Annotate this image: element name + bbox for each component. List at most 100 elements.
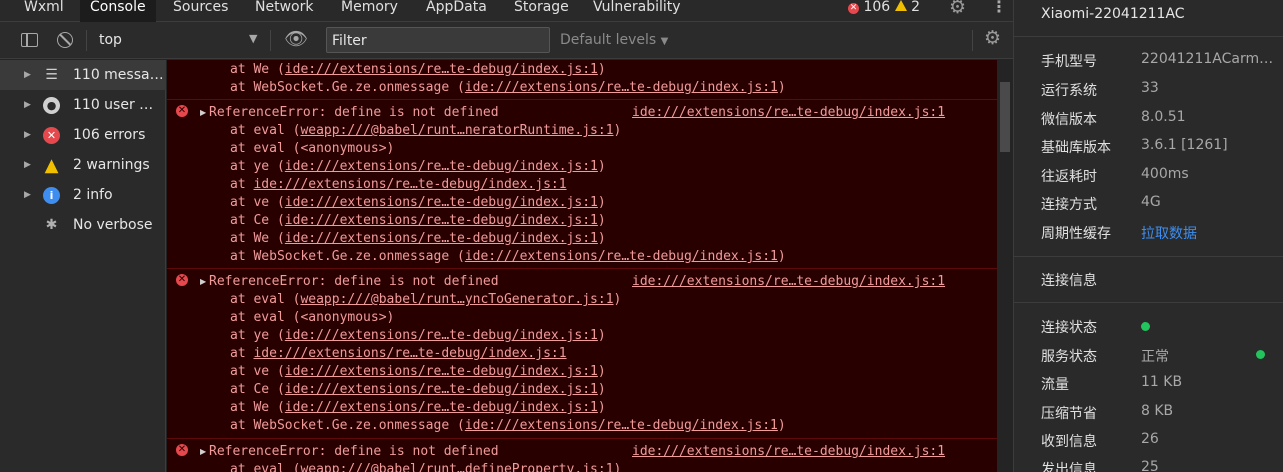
toolbar-divider <box>86 30 87 51</box>
panel-divider <box>1014 36 1283 37</box>
context-selector[interactable]: top <box>99 32 122 48</box>
stack-frame: at ide:///extensions/re…te-debug/index.j… <box>230 346 567 361</box>
sidebar-item-messages[interactable]: ▶ ☰ 110 messages <box>0 60 166 90</box>
stack-frame-link[interactable]: ide:///extensions/re…te-debug/index.js:1 <box>285 382 598 397</box>
panel-divider <box>1014 256 1283 257</box>
device-title: Xiaomi-22041211AC <box>1041 6 1185 22</box>
warning-icon: ▲ <box>44 155 59 176</box>
stack-frame: at eval (<anonymous>) <box>230 141 395 156</box>
sidebar-toggle-icon[interactable] <box>21 33 38 47</box>
sidebar-item-user-messages[interactable]: ▶ ● 110 user messages <box>0 90 166 120</box>
clear-console-icon[interactable] <box>57 32 73 48</box>
stack-frame-link[interactable]: ide:///extensions/re…te-debug/index.js:1 <box>253 177 566 192</box>
stack-frame-link[interactable]: ide:///extensions/re…te-debug/index.js:1 <box>285 231 598 246</box>
stack-frame-link[interactable]: ide:///extensions/re…te-debug/index.js:1 <box>285 213 598 228</box>
chevron-down-icon: ▼ <box>660 36 669 47</box>
expand-arrow-icon[interactable]: ▶ <box>24 150 31 180</box>
tab-sources[interactable]: Sources <box>163 0 238 22</box>
toolbar-divider <box>270 30 271 51</box>
error-icon: ✕ <box>176 444 188 456</box>
warning-count-icon <box>894 0 907 11</box>
stack-frame: at Ce (ide:///extensions/re…te-debug/ind… <box>230 382 606 397</box>
stack-frame: at ide:///extensions/re…te-debug/index.j… <box>230 177 567 192</box>
sidebar-item-errors[interactable]: ▶ ✕ 106 errors <box>0 120 166 150</box>
stack-frame: at eval (<anonymous>) <box>230 310 395 325</box>
list-icon: ☰ <box>45 67 58 83</box>
stack-frame-link[interactable]: ide:///extensions/re…te-debug/index.js:1 <box>285 400 598 415</box>
conn-value: 26 <box>1141 431 1159 447</box>
expand-arrow-icon[interactable]: ▶ <box>200 104 206 122</box>
expand-arrow-icon[interactable]: ▶ <box>24 60 31 90</box>
more-menu-icon[interactable]: ⋮ <box>991 0 1007 15</box>
tab-vulnerability[interactable]: Vulnerability <box>583 0 691 22</box>
tab-appdata[interactable]: AppData <box>416 0 497 22</box>
live-expression-eye-icon[interactable]: 👁 <box>284 30 308 49</box>
conn-value: 25 <box>1141 459 1159 472</box>
info-key: 运行系统 <box>1041 83 1097 99</box>
tab-network[interactable]: Network <box>245 0 323 22</box>
sidebar-item-label: 2 warnings <box>73 157 150 173</box>
error-icon: ✕ <box>176 105 188 117</box>
info-value: 33 <box>1141 80 1159 96</box>
error-message[interactable]: ReferenceError: define is not defined <box>209 273 499 291</box>
settings-gear-icon[interactable]: ⚙ <box>949 0 966 17</box>
info-value: 22041211ACarm… <box>1141 51 1274 67</box>
conn-key: 流量 <box>1041 377 1069 393</box>
error-source-link[interactable]: ide:///extensions/re…te-debug/index.js:1 <box>632 443 945 461</box>
fetch-data-link[interactable]: 拉取数据 <box>1141 223 1197 243</box>
expand-arrow-icon[interactable]: ▶ <box>200 443 206 461</box>
expand-arrow-icon[interactable]: ▶ <box>200 273 206 291</box>
stack-frame-link[interactable]: ide:///extensions/re…te-debug/index.js:1 <box>285 62 598 77</box>
sidebar-item-info[interactable]: ▶ i 2 info <box>0 180 166 210</box>
stack-frame-link[interactable]: ide:///extensions/re…te-debug/index.js:1 <box>285 159 598 174</box>
stack-frame-link[interactable]: ide:///extensions/re…te-debug/index.js:1 <box>465 418 778 433</box>
connection-section-title: 连接信息 <box>1041 273 1097 289</box>
tab-memory[interactable]: Memory <box>331 0 408 22</box>
info-value: 4G <box>1141 194 1161 210</box>
tab-storage[interactable]: Storage <box>504 0 579 22</box>
console-error-entry: ✕ ▶ ReferenceError: define is not define… <box>167 270 997 439</box>
sidebar-item-label: 110 messages <box>73 67 165 83</box>
expand-arrow-icon[interactable]: ▶ <box>24 120 31 150</box>
sidebar-item-label: 110 user messages <box>73 97 165 113</box>
console-scrollbar[interactable] <box>997 60 1013 472</box>
error-message[interactable]: ReferenceError: define is not defined <box>209 104 499 122</box>
stack-frame-link[interactable]: ide:///extensions/re…te-debug/index.js:1 <box>285 364 598 379</box>
user-icon: ● <box>43 97 60 114</box>
filter-input[interactable]: Filter <box>326 27 550 53</box>
stack-frame-link[interactable]: ide:///extensions/re…te-debug/index.js:1 <box>285 195 598 210</box>
stack-frame: at eval (weapp:///@babel/runt…defineProp… <box>230 461 621 472</box>
sidebar-item-label: No verbose <box>73 217 153 233</box>
console-settings-gear-icon[interactable]: ⚙ <box>984 29 1001 48</box>
error-source-link[interactable]: ide:///extensions/re…te-debug/index.js:1 <box>632 273 945 291</box>
toolbar-divider <box>972 30 973 51</box>
info-key: 周期性缓存 <box>1041 226 1111 242</box>
error-message[interactable]: ReferenceError: define is not defined <box>209 443 499 461</box>
issue-counts[interactable]: ✕ 106 2 <box>848 0 920 15</box>
stack-frame: at WebSocket.Ge.ze.onmessage (ide:///ext… <box>230 418 786 433</box>
log-levels-dropdown[interactable]: Default levels ▼ <box>560 32 668 48</box>
conn-value: 8 KB <box>1141 403 1174 419</box>
tab-console[interactable]: Console <box>80 0 156 22</box>
context-dropdown-icon[interactable]: ▼ <box>249 32 257 45</box>
tab-wxml[interactable]: Wxml <box>14 0 74 22</box>
conn-key: 服务状态 <box>1041 349 1097 365</box>
expand-arrow-icon[interactable]: ▶ <box>24 180 31 210</box>
stack-frame-link[interactable]: ide:///extensions/re…te-debug/index.js:1 <box>253 346 566 361</box>
stack-frame-link[interactable]: ide:///extensions/re…te-debug/index.js:1 <box>465 249 778 264</box>
connection-status-dot-icon <box>1141 322 1150 331</box>
scrollbar-thumb[interactable] <box>1000 82 1010 152</box>
info-value: 400ms <box>1141 166 1189 182</box>
stack-frame-link[interactable]: weapp:///@babel/runt…yncToGenerator.js:1 <box>300 292 613 307</box>
stack-frame: at ye (ide:///extensions/re…te-debug/ind… <box>230 328 606 343</box>
sidebar-item-warnings[interactable]: ▶ ▲ 2 warnings <box>0 150 166 180</box>
sidebar-item-verbose[interactable]: ✱ No verbose <box>0 210 166 240</box>
error-icon: ✕ <box>43 127 60 144</box>
console-sidebar: ▶ ☰ 110 messages ▶ ● 110 user messages ▶… <box>0 60 166 472</box>
expand-arrow-icon[interactable]: ▶ <box>24 90 31 120</box>
stack-frame-link[interactable]: weapp:///@babel/runt…neratorRuntime.js:1 <box>300 123 613 138</box>
stack-frame-link[interactable]: weapp:///@babel/runt…defineProperty.js:1 <box>300 462 613 472</box>
stack-frame-link[interactable]: ide:///extensions/re…te-debug/index.js:1 <box>285 328 598 343</box>
error-source-link[interactable]: ide:///extensions/re…te-debug/index.js:1 <box>632 104 945 122</box>
stack-frame-link[interactable]: ide:///extensions/re…te-debug/index.js:1 <box>465 80 778 95</box>
